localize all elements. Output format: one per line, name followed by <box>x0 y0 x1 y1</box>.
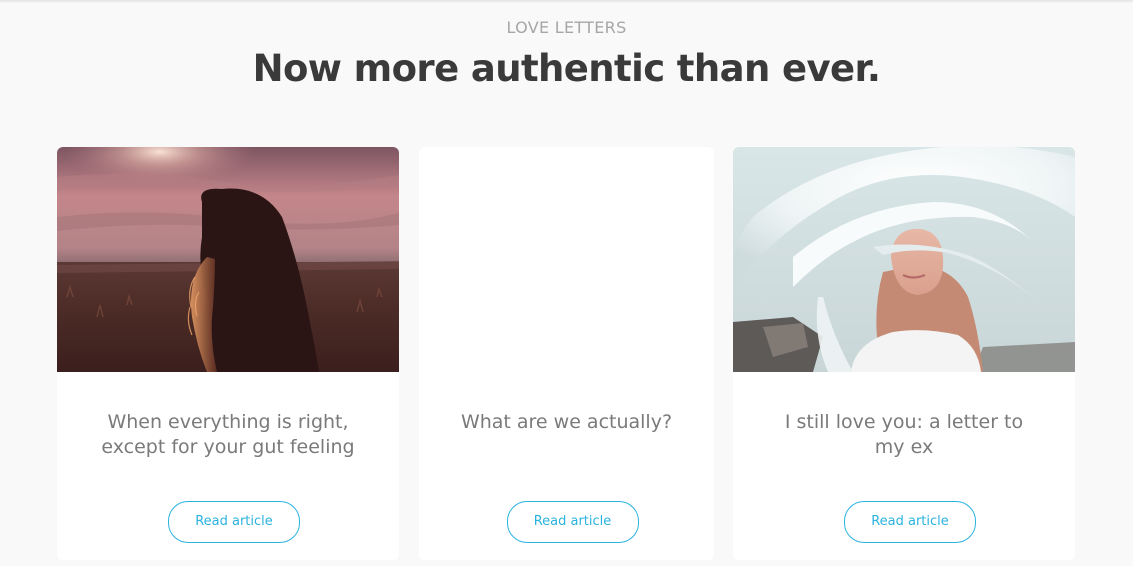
read-article-button[interactable]: Read article <box>844 501 976 543</box>
article-title[interactable]: What are we actually? <box>447 410 686 435</box>
article-card[interactable]: I still love you: a letter to my ex Read… <box>733 147 1075 560</box>
page: LOVE LETTERS Now more authentic than eve… <box>0 0 1133 566</box>
section-eyebrow: LOVE LETTERS <box>506 18 627 37</box>
header-shadow <box>0 0 1133 3</box>
read-article-button[interactable]: Read article <box>506 501 639 543</box>
section-headline: Now more authentic than ever. <box>252 47 881 90</box>
article-title[interactable]: When everything is right, except for you… <box>93 410 363 460</box>
article-image-woman-under-sheet[interactable] <box>733 147 1075 372</box>
article-card[interactable]: What are we actually? Read article <box>419 147 714 560</box>
read-article-button[interactable]: Read article <box>168 501 300 543</box>
article-image-woman-sunset[interactable] <box>57 147 399 372</box>
article-image-placeholder[interactable] <box>419 147 714 372</box>
article-card[interactable]: When everything is right, except for you… <box>57 147 399 560</box>
article-title[interactable]: I still love you: a letter to my ex <box>773 410 1035 460</box>
